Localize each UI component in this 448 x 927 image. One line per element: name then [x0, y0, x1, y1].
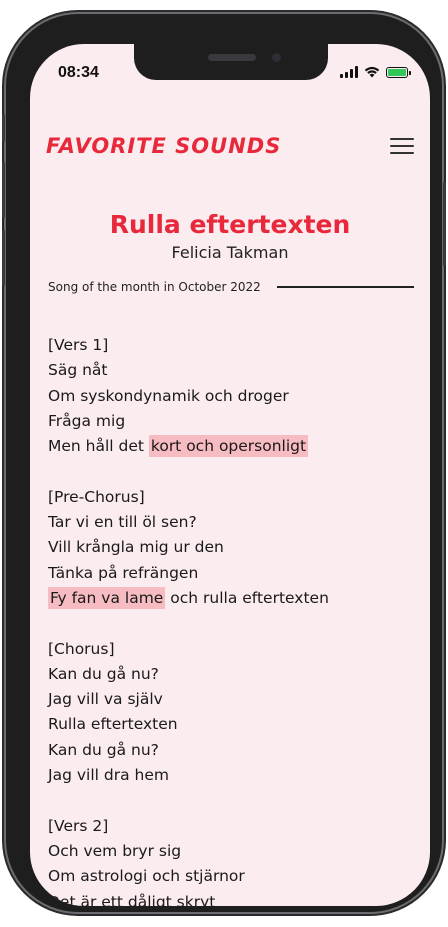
- lyric-line: Och vem bryr sig: [48, 841, 182, 860]
- speaker-grille: [208, 54, 256, 61]
- section-label: [Vers 2]: [48, 816, 109, 835]
- lyric-line: Om syskondynamik och droger: [48, 386, 289, 405]
- mute-switch: [2, 114, 5, 142]
- lyric-line: Tar vi en till öl sen?: [48, 513, 197, 532]
- volume-up-button: [2, 162, 5, 218]
- lyric-line: Men håll det kort och opersonligt: [48, 434, 418, 459]
- lyric-line: Fråga mig: [48, 411, 126, 430]
- phone-frame: 08:34 Favorite Sounds Rulla eftertexten …: [2, 14, 446, 912]
- lyric-line: Kan du gå nu?: [48, 664, 159, 683]
- lyric-text: och rulla eftertexten: [165, 588, 329, 607]
- lyric-line: Kan du gå nu?: [48, 740, 159, 759]
- lyric-line: Tänka på refrängen: [48, 563, 199, 582]
- section-label: [Pre-Chorus]: [48, 487, 145, 506]
- status-icons: [340, 66, 411, 78]
- section-label: [Vers 1]: [48, 336, 109, 354]
- section-label: [Chorus]: [48, 639, 115, 658]
- lyric-line: Rulla eftertexten: [48, 715, 178, 734]
- lyrics: [Vers 1] Säg nåt Om syskondynamik och dr…: [48, 333, 418, 906]
- lyric-line: Det är ett dåligt skryt: [48, 892, 216, 906]
- hamburger-menu-icon[interactable]: [390, 138, 414, 155]
- highlighted-lyric[interactable]: kort och opersonligt: [148, 435, 309, 458]
- lyric-line: Om astrologi och stjärnor: [48, 867, 245, 886]
- cellular-signal-icon: [340, 66, 358, 78]
- divider-line: [276, 286, 414, 288]
- highlighted-lyric[interactable]: Fy fan va lame: [48, 586, 166, 609]
- site-header: Favorite Sounds: [46, 134, 414, 160]
- song-of-month-row: Song of the month in October 2022: [48, 279, 414, 295]
- lyric-line: Jag vill va själv: [48, 690, 163, 709]
- power-button: [443, 182, 446, 266]
- artist-name: Felicia Takman: [171, 243, 289, 262]
- lyric-line: Jag vill dra hem: [48, 766, 169, 785]
- lyric-line: Säg nåt: [48, 361, 108, 380]
- volume-down-button: [2, 230, 5, 286]
- lyric-line: Vill krångla mig ur den: [48, 538, 224, 557]
- wifi-icon: [364, 66, 380, 78]
- site-logo[interactable]: Favorite Sounds: [46, 134, 281, 158]
- notch: [134, 44, 328, 80]
- stanza-gap: [48, 459, 418, 484]
- stanza-gap: [48, 788, 418, 813]
- screen: 08:34 Favorite Sounds Rulla eftertexten …: [30, 44, 430, 906]
- lyric-line: Fy fan va lame och rulla eftertexten: [48, 586, 418, 611]
- song-of-month-label: Song of the month in October 2022: [48, 280, 261, 294]
- lyric-text: Men håll det: [48, 437, 149, 456]
- status-time: 08:34: [58, 64, 99, 81]
- front-camera: [272, 53, 281, 62]
- stanza-gap: [48, 611, 418, 636]
- battery-icon: [386, 66, 411, 78]
- song-title: Rulla eftertexten: [109, 210, 351, 239]
